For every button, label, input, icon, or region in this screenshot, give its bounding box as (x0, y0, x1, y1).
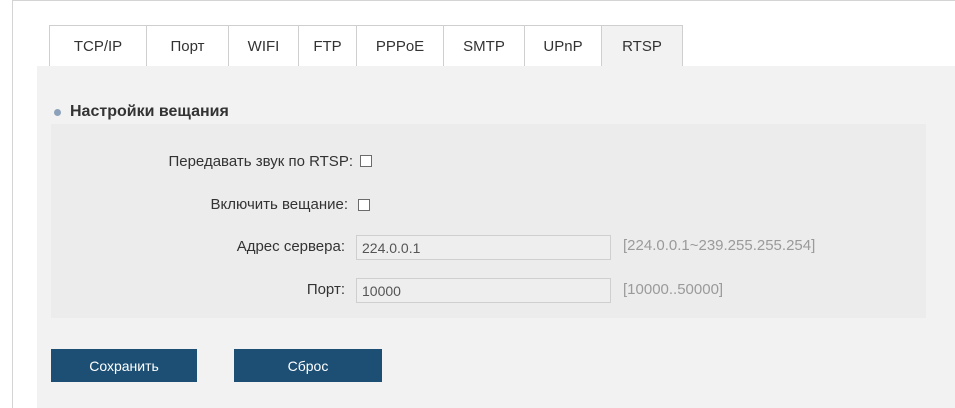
section-header: Настройки вещания (54, 103, 229, 121)
broadcast-label: Включить вещание: (210, 196, 348, 213)
port-hint: [10000..50000] (623, 281, 724, 298)
server-address-value: 224.0.0.1 (362, 239, 421, 256)
rtsp-audio-checkbox[interactable] (360, 155, 372, 167)
section-title: Настройки вещания (70, 103, 229, 120)
port-label: Порт: (306, 281, 345, 298)
tab-smtp[interactable]: SMTP (443, 25, 525, 66)
tab-bar: TCP/IP Порт WIFI FTP PPPoE SMTP UPnP RTS… (49, 25, 683, 66)
broadcast-checkbox[interactable] (358, 199, 370, 211)
save-button[interactable]: Сохранить (51, 349, 197, 382)
tab-wifi[interactable]: WIFI (228, 25, 299, 66)
server-address-hint: [224.0.0.1~239.255.255.254] (623, 237, 816, 254)
tab-rtsp[interactable]: RTSP (601, 25, 683, 66)
tab-label: RTSP (622, 37, 662, 55)
tab-label: UPnP (543, 37, 583, 55)
save-button-label: Сохранить (89, 357, 159, 374)
tab-label: WIFI (247, 37, 280, 55)
tab-label: SMTP (463, 37, 505, 55)
tab-label: TCP/IP (73, 37, 123, 55)
tab-pppoe[interactable]: PPPoE (356, 25, 444, 66)
tab-label: FTP (313, 37, 342, 55)
reset-button[interactable]: Сброс (234, 349, 382, 382)
tab-upnp[interactable]: UPnP (524, 25, 602, 66)
reset-button-label: Сброс (287, 357, 329, 374)
rtsp-audio-label: Передавать звук по RTSP: (168, 153, 353, 170)
port-value: 10000 (362, 282, 401, 299)
server-address-input[interactable]: 224.0.0.1 (356, 235, 611, 260)
tab-tcpip[interactable]: TCP/IP (49, 25, 147, 66)
bullet-icon (54, 108, 61, 116)
server-address-label: Адрес сервера: (236, 238, 345, 255)
tab-port[interactable]: Порт (146, 25, 229, 66)
tab-ftp[interactable]: FTP (298, 25, 357, 66)
port-input[interactable]: 10000 (356, 278, 611, 303)
tab-label: PPPoE (375, 37, 425, 55)
tab-label: Порт (170, 37, 205, 55)
